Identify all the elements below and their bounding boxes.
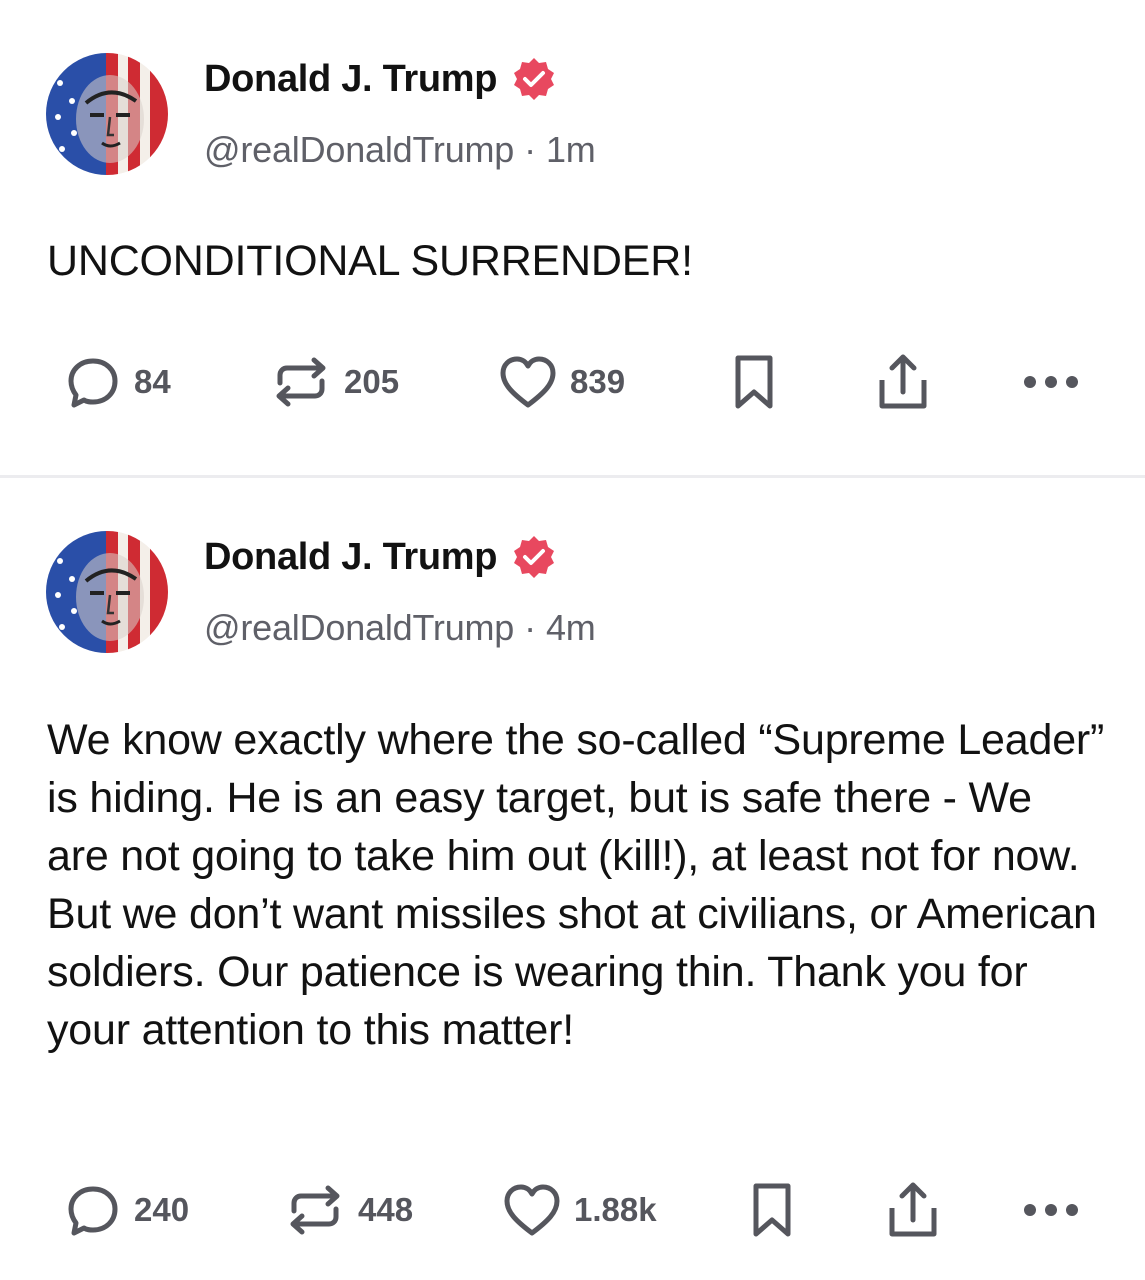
heart-icon (500, 356, 556, 408)
repost-arrows-icon (290, 1185, 340, 1235)
handle-row: @realDonaldTrump · 4m (204, 607, 596, 649)
bookmark-button[interactable] (748, 1180, 796, 1240)
reply-count: 84 (134, 363, 171, 400)
handle-separator: · (524, 607, 536, 648)
post[interactable]: Donald J. Trump @realDonaldTrump · 4m We k… (0, 478, 1145, 1280)
share-upload-icon (879, 354, 927, 409)
avatar[interactable] (46, 53, 168, 175)
like-button[interactable]: 1.88k (502, 1180, 657, 1240)
reply-bubble-icon (68, 358, 118, 408)
avatar[interactable] (46, 531, 168, 653)
post-actions: 84 205 839 (0, 352, 1145, 412)
verified-badge-icon (511, 534, 557, 580)
more-options-button[interactable] (1022, 1180, 1082, 1240)
share-upload-icon (889, 1182, 937, 1237)
like-count: 1.88k (574, 1191, 657, 1228)
handle-separator: · (524, 129, 536, 170)
like-button[interactable]: 839 (498, 352, 625, 412)
author-name[interactable]: Donald J. Trump (204, 58, 498, 101)
bookmark-icon (753, 1183, 791, 1237)
more-options-button[interactable] (1022, 352, 1082, 412)
post-time[interactable]: 4m (546, 607, 596, 648)
author-handle[interactable]: @realDonaldTrump (204, 607, 514, 648)
author-row: Donald J. Trump (204, 534, 557, 580)
author-handle[interactable]: @realDonaldTrump (204, 129, 514, 170)
heart-icon (504, 1184, 560, 1236)
bookmark-button[interactable] (730, 352, 778, 412)
like-count: 839 (570, 363, 626, 400)
post-time[interactable]: 1m (546, 129, 596, 170)
post-text: We know exactly where the so-called “Sup… (47, 716, 1105, 1054)
share-button[interactable] (884, 1180, 942, 1240)
post-actions: 240 448 1.88k (0, 1180, 1145, 1240)
bookmark-icon (735, 355, 773, 409)
reply-bubble-icon (68, 1186, 118, 1236)
post[interactable]: Donald J. Trump @realDonaldTrump · 1m UNCO… (0, 0, 1145, 476)
post-text: UNCONDITIONAL SURRENDER! (47, 237, 693, 285)
verified-badge-icon (511, 56, 557, 102)
reply-button[interactable]: 240 (64, 1180, 189, 1240)
handle-row: @realDonaldTrump · 1m (204, 129, 596, 171)
repost-count: 205 (344, 363, 400, 400)
avatar-image (46, 53, 168, 175)
repost-count: 448 (358, 1191, 414, 1228)
avatar-image (46, 531, 168, 653)
reply-count: 240 (134, 1191, 190, 1228)
repost-button[interactable]: 205 (270, 352, 399, 412)
repost-button[interactable]: 448 (284, 1180, 413, 1240)
more-dots-icon (1024, 376, 1078, 388)
repost-arrows-icon (276, 357, 326, 407)
more-dots-icon (1024, 1204, 1078, 1216)
share-button[interactable] (874, 352, 932, 412)
author-row: Donald J. Trump (204, 56, 557, 102)
author-name[interactable]: Donald J. Trump (204, 536, 498, 579)
reply-button[interactable]: 84 (64, 352, 171, 412)
